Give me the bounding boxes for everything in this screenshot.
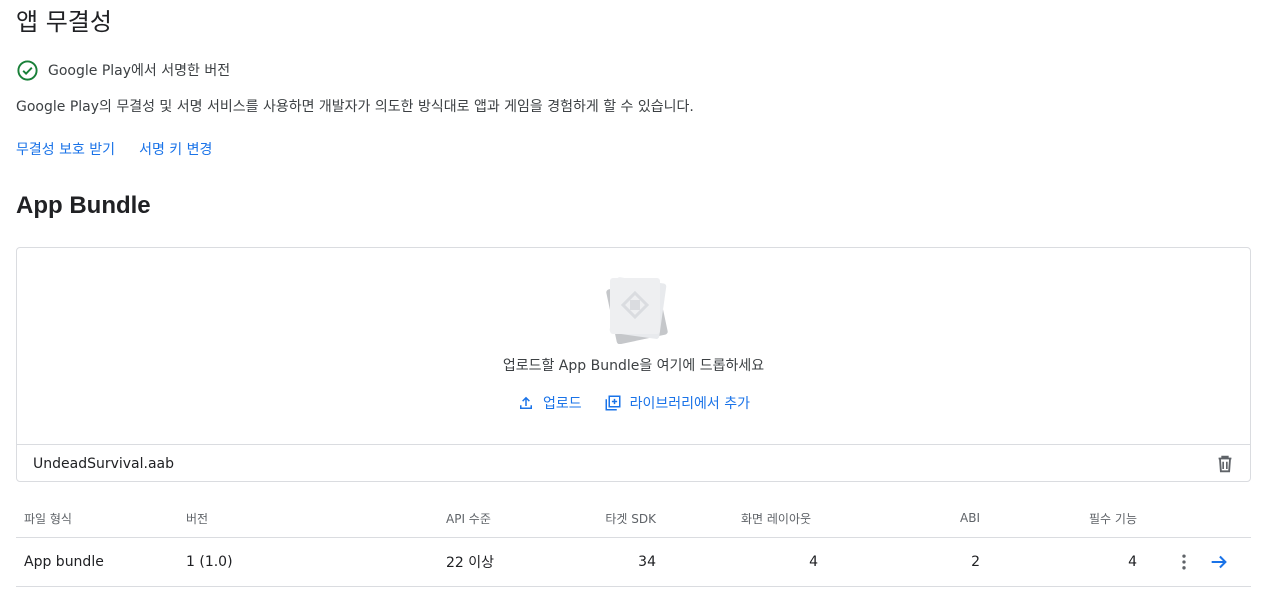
table-row[interactable]: App bundle 1 (1.0) 22 이상 34 4 2 4 — [16, 538, 1251, 587]
cell-required-features: 4 — [1128, 554, 1137, 570]
signing-status-text: Google Play에서 서명한 버전 — [48, 63, 231, 79]
cell-target-sdk: 34 — [638, 554, 656, 570]
library-add-icon — [605, 395, 621, 411]
header-file-format: 파일 형식 — [24, 511, 72, 526]
change-signing-key-link[interactable]: 서명 키 변경 — [139, 139, 212, 159]
header-required-features: 필수 기능 — [1089, 511, 1137, 526]
cell-version: 1 (1.0) — [186, 554, 233, 570]
cell-screen-layouts: 4 — [809, 554, 818, 570]
header-api-level: API 수준 — [446, 511, 491, 526]
get-integrity-protection-link[interactable]: 무결성 보호 받기 — [16, 139, 115, 159]
file-name: UndeadSurvival.aab — [33, 455, 175, 472]
cell-file-format: App bundle — [24, 554, 104, 570]
header-screen-layouts: 화면 레이아웃 — [741, 511, 812, 526]
bundle-placeholder-icon — [606, 277, 668, 344]
table-header: 파일 형식 버전 API 수준 타겟 SDK 화면 레이아웃 ABI 필수 기능 — [16, 498, 1251, 538]
cell-abi: 2 — [971, 554, 980, 570]
header-version: 버전 — [186, 511, 209, 526]
bundle-details-table: 파일 형식 버전 API 수준 타겟 SDK 화면 레이아웃 ABI 필수 기능… — [16, 498, 1251, 587]
arrow-forward-icon[interactable] — [1208, 551, 1230, 573]
upload-button[interactable]: 업로드 — [517, 393, 582, 413]
cell-api-level: 22 이상 — [446, 555, 495, 571]
add-from-library-label: 라이브러리에서 추가 — [629, 396, 750, 412]
page-title: 앱 무결성 — [16, 8, 112, 36]
integrity-description: Google Play의 무결성 및 서명 서비스를 사용하면 개발자가 의도한… — [16, 99, 694, 115]
header-abi: ABI — [960, 511, 980, 525]
trash-icon[interactable] — [1214, 453, 1236, 475]
uploaded-file-row: UndeadSurvival.aab — [17, 444, 1250, 482]
section-title-app-bundle: App Bundle — [16, 192, 151, 219]
check-circle-icon — [17, 59, 38, 81]
signing-status: Google Play에서 서명한 버전 — [16, 58, 230, 82]
add-from-library-button[interactable]: 라이브러리에서 추가 — [604, 393, 750, 413]
bundle-drop-zone[interactable]: 업로드할 App Bundle을 여기에 드롭하세요 업로드 라이브러리에서 추… — [16, 247, 1251, 482]
upload-button-label: 업로드 — [542, 396, 582, 412]
integrity-links: 무결성 보호 받기 서명 키 변경 — [16, 139, 212, 159]
header-target-sdk: 타겟 SDK — [605, 511, 656, 526]
drop-instruction: 업로드할 App Bundle을 여기에 드롭하세요 — [502, 358, 765, 374]
upload-icon — [519, 396, 532, 409]
more-vert-icon[interactable] — [1174, 552, 1194, 572]
upload-actions: 업로드 라이브러리에서 추가 — [17, 393, 1250, 413]
